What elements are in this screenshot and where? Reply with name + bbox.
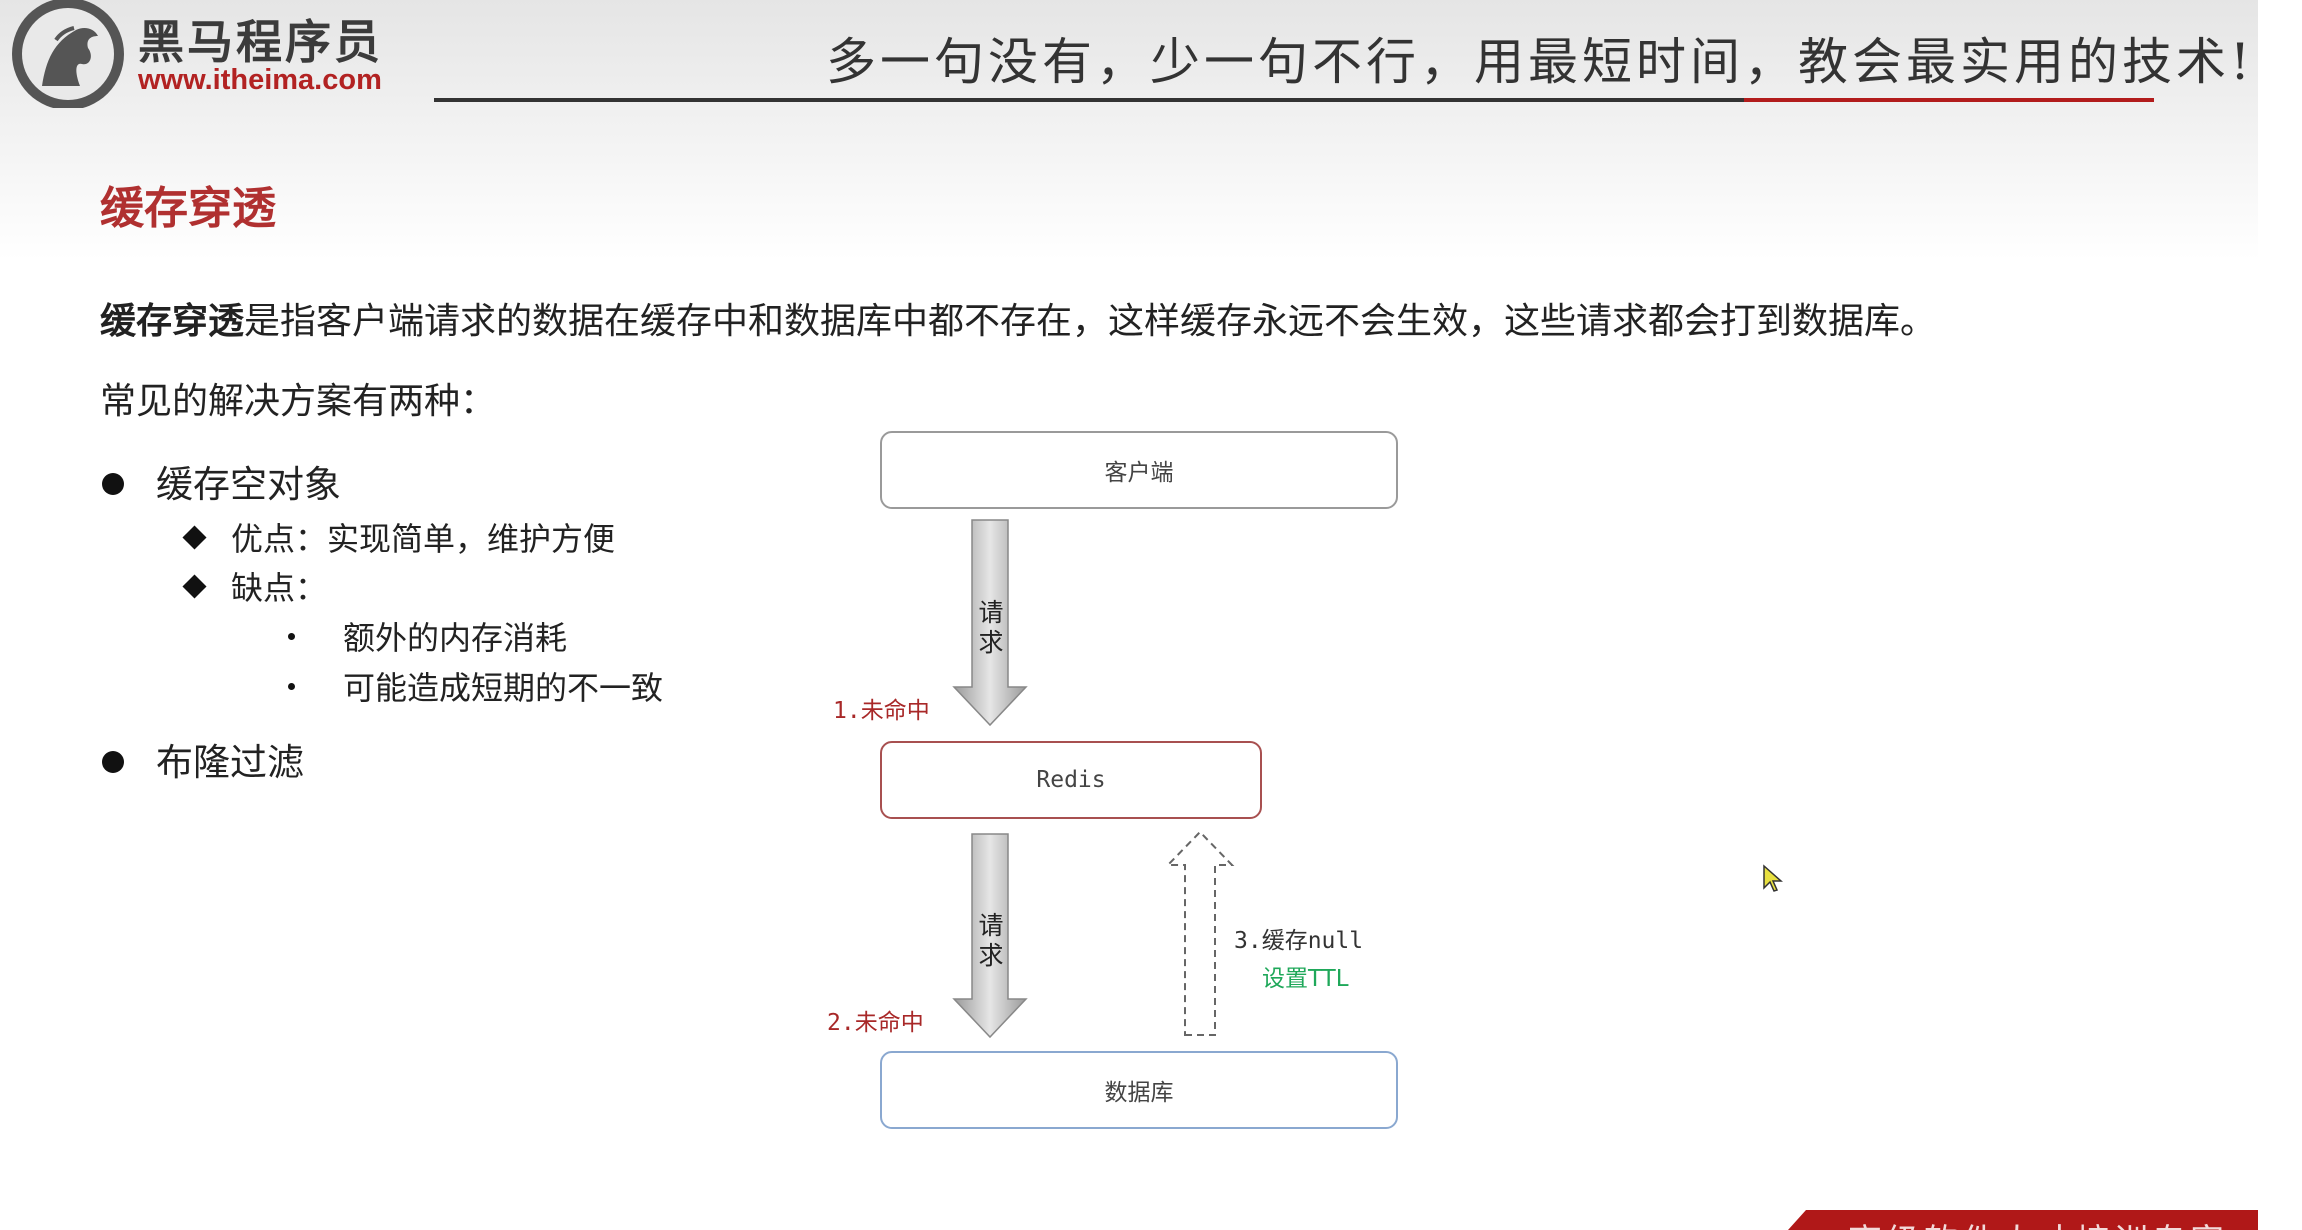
redis-box: Redis xyxy=(880,741,1262,819)
database-box: 数据库 xyxy=(880,1051,1398,1129)
cache-null-label: 3.缓存null xyxy=(1234,928,1364,954)
miss-label: 1.未命中 xyxy=(833,698,930,724)
set-ttl-label: 设置TTL xyxy=(1262,966,1349,992)
flow-arrows xyxy=(952,519,1235,1039)
request-label: 请求 xyxy=(978,911,1004,970)
cache-null-arrow xyxy=(1165,830,1235,1036)
miss-label: 2.未命中 xyxy=(827,1010,924,1036)
cursor-icon xyxy=(1763,864,1783,892)
right-margin xyxy=(2258,0,2302,1230)
request-label: 请求 xyxy=(978,598,1004,657)
client-box: 客户端 xyxy=(880,431,1398,509)
footer-banner: 高级软件人才培训专家 xyxy=(1788,1210,2258,1230)
footer-banner-text: 高级软件人才培训专家 xyxy=(1848,1214,2228,1230)
slide: 黑马程序员 www.itheima.com 多一句没有，少一句不行，用最短时间，… xyxy=(0,0,2258,1230)
